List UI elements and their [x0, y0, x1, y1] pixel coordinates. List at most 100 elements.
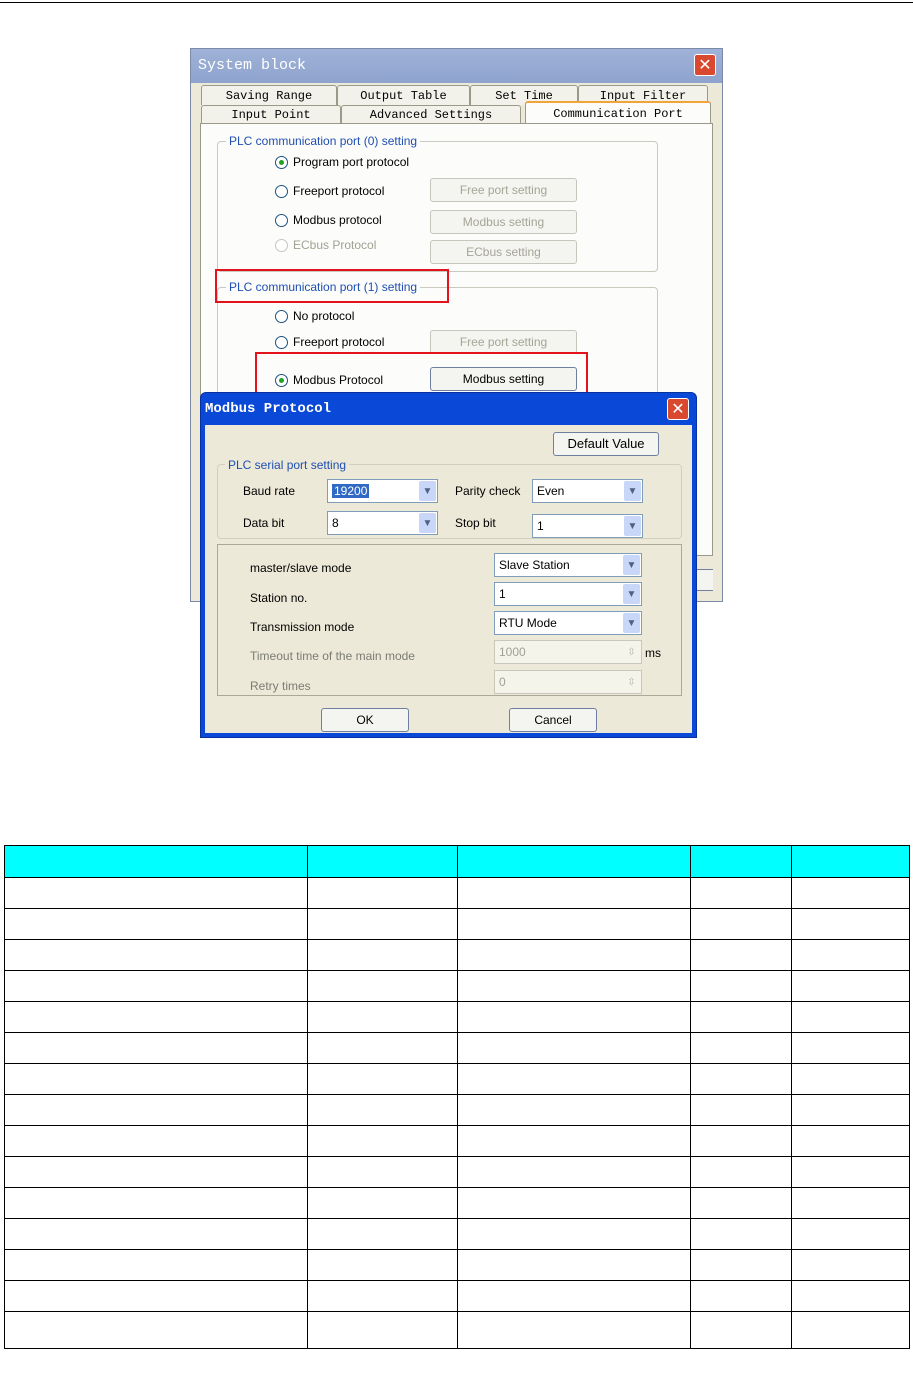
system-block-title: System block: [198, 57, 307, 74]
data-bit-select[interactable]: 8 ▼: [327, 511, 438, 535]
radio-icon[interactable]: [275, 309, 288, 323]
option-label: Modbus protocol: [293, 213, 382, 227]
data-bit-value: 8: [332, 516, 339, 530]
table-header-cell: [4, 845, 308, 878]
master-slave-mode-select[interactable]: Slave Station ▼: [494, 553, 642, 577]
table-header-row: [4, 845, 910, 878]
data-bit-label: Data bit: [243, 516, 285, 530]
tab-communication-port[interactable]: Communication Port: [525, 101, 711, 125]
table-row: [4, 1063, 910, 1095]
port0-ecbus-setting-button[interactable]: ECbus setting: [430, 240, 577, 264]
tab-input-point[interactable]: Input Point: [201, 105, 341, 124]
timeout-spinner[interactable]: 1000 ⇳: [494, 640, 642, 664]
system-block-titlebar: System block ✕: [191, 49, 722, 83]
chevron-down-icon[interactable]: ▼: [419, 481, 436, 501]
table-header-cell: [457, 845, 691, 878]
table-row: [4, 939, 910, 971]
tab-saving-range[interactable]: Saving Range: [201, 85, 337, 105]
port0-option-program[interactable]: Program port protocol: [275, 155, 409, 169]
modbus-dialog-body: Default Value PLC serial port setting Ba…: [205, 425, 692, 733]
parity-check-label: Parity check: [455, 484, 521, 498]
port1-option-freeport[interactable]: Freeport protocol: [275, 335, 384, 349]
option-label: Freeport protocol: [293, 184, 385, 198]
option-label: No protocol: [293, 309, 355, 323]
baud-rate-value: 19200: [332, 484, 370, 498]
timeout-value: 1000: [499, 645, 526, 659]
tab-advanced-settings[interactable]: Advanced Settings: [341, 105, 521, 124]
option-label: ECbus Protocol: [293, 238, 377, 252]
chevron-down-icon[interactable]: ▼: [623, 555, 640, 575]
option-label: Program port protocol: [293, 155, 410, 169]
table-row: [4, 1249, 910, 1281]
serial-port-legend: PLC serial port setting: [225, 458, 350, 472]
modbus-dialog-title: Modbus Protocol: [205, 401, 332, 417]
close-icon[interactable]: ✕: [667, 398, 689, 420]
spinner-arrows-icon[interactable]: ⇳: [623, 642, 640, 662]
table-row: [4, 1094, 910, 1126]
stop-bit-select[interactable]: 1 ▼: [532, 514, 643, 538]
parity-check-value: Even: [537, 484, 565, 498]
port0-option-freeport[interactable]: Freeport protocol: [275, 184, 384, 198]
radio-icon[interactable]: [275, 213, 288, 227]
table-row: [4, 1125, 910, 1157]
transmission-mode-select[interactable]: RTU Mode ▼: [494, 611, 642, 635]
default-value-button[interactable]: Default Value: [553, 432, 659, 456]
station-no-label: Station no.: [250, 591, 308, 605]
timeout-unit: ms: [645, 646, 661, 660]
port0-free-port-setting-button[interactable]: Free port setting: [430, 178, 577, 202]
table-row: [4, 908, 910, 940]
port1-legend-highlight: [215, 269, 449, 303]
baud-rate-select[interactable]: 19200 ▼: [327, 479, 438, 503]
timeout-label: Timeout time of the main mode: [250, 649, 415, 663]
master-slave-mode-value: Slave Station: [499, 558, 570, 572]
cancel-button[interactable]: Cancel: [509, 708, 597, 732]
stop-bit-label: Stop bit: [455, 516, 496, 530]
table-row: [4, 1032, 910, 1064]
table-row: [4, 1187, 910, 1219]
tab-output-table[interactable]: Output Table: [337, 85, 470, 105]
option-label: Freeport protocol: [293, 335, 385, 349]
station-no-select[interactable]: 1 ▼: [494, 582, 642, 606]
parity-check-select[interactable]: Even ▼: [532, 479, 643, 503]
chevron-down-icon[interactable]: ▼: [419, 513, 436, 533]
retry-times-spinner[interactable]: 0 ⇳: [494, 670, 642, 694]
retry-times-label: Retry times: [250, 679, 311, 693]
chevron-down-icon[interactable]: ▼: [623, 584, 640, 604]
port0-legend: PLC communication port (0) setting: [226, 134, 421, 148]
table-header-cell: [690, 845, 792, 878]
station-no-value: 1: [499, 587, 506, 601]
table-row: [4, 970, 910, 1002]
radio-selected-icon[interactable]: [275, 155, 288, 169]
table-row: [4, 1311, 910, 1349]
table-row: [4, 877, 910, 909]
transmission-mode-label: Transmission mode: [250, 620, 355, 634]
system-block-hidden-button[interactable]: [695, 569, 713, 591]
radio-icon[interactable]: [275, 184, 288, 198]
ok-button[interactable]: OK: [321, 708, 409, 732]
table-row: [4, 1156, 910, 1188]
spinner-arrows-icon[interactable]: ⇳: [623, 672, 640, 692]
master-slave-mode-label: master/slave mode: [250, 561, 352, 575]
modbus-protocol-dialog: Modbus Protocol ✕ Default Value PLC seri…: [200, 392, 697, 738]
transmission-mode-value: RTU Mode: [499, 616, 557, 630]
table-header-cell: [791, 845, 910, 878]
table-row: [4, 1218, 910, 1250]
register-table: [4, 845, 910, 1349]
port0-option-ecbus[interactable]: ECbus Protocol: [275, 238, 376, 252]
close-icon[interactable]: ✕: [694, 54, 716, 76]
table-header-cell: [307, 845, 458, 878]
port1-free-port-setting-button[interactable]: Free port setting: [430, 330, 577, 354]
retry-times-value: 0: [499, 675, 506, 689]
baud-rate-label: Baud rate: [243, 484, 296, 498]
chevron-down-icon[interactable]: ▼: [624, 481, 641, 501]
stop-bit-value: 1: [537, 519, 544, 533]
radio-icon[interactable]: [275, 335, 288, 349]
port1-option-no-protocol[interactable]: No protocol: [275, 309, 354, 323]
chevron-down-icon[interactable]: ▼: [623, 613, 640, 633]
port0-modbus-setting-button[interactable]: Modbus setting: [430, 210, 577, 234]
chevron-down-icon[interactable]: ▼: [624, 516, 641, 536]
radio-disabled-icon[interactable]: [275, 238, 288, 252]
table-row: [4, 1001, 910, 1033]
table-row: [4, 1280, 910, 1312]
port0-option-modbus[interactable]: Modbus protocol: [275, 213, 382, 227]
